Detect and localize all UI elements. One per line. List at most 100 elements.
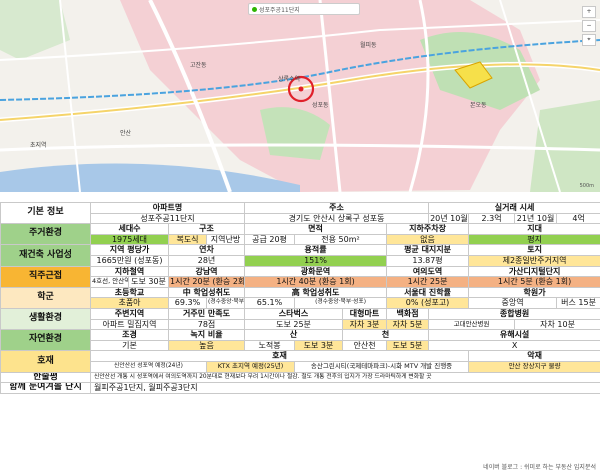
header-address: 주소	[244, 202, 430, 214]
header-price: 실거래 시세	[428, 202, 600, 214]
header-parking: 지하주차장	[386, 223, 470, 235]
locate-button[interactable]: ⌖	[582, 34, 596, 46]
zoom-out-button[interactable]: −	[582, 20, 596, 32]
header-far: 용적률	[244, 244, 388, 256]
category-review: 한줄평	[0, 371, 91, 384]
map-logo-icon	[252, 6, 257, 12]
header-surroundings: 주변지역	[90, 307, 169, 320]
header-mountain: 산	[244, 329, 344, 341]
snu-rate: 0% (성포고)	[386, 297, 470, 309]
middle-schools: (경수중앙·북부·성포)	[205, 297, 246, 309]
category-commute: 직주근접	[0, 265, 91, 288]
header-stream: 천	[342, 329, 430, 341]
row-basic-header: 기본 정보 아파트명 주소 실거래 시세	[0, 201, 600, 225]
row-living-values: 1975세대 복도식 지역난방 공급 20평 전용 50m² 없음 평지	[1, 233, 600, 246]
yeouido-time: 1시간 25분	[386, 276, 470, 288]
hospital-name: 고대안산병원	[428, 318, 516, 331]
together-text: 월피주공1단지, 월피주공3단지	[89, 382, 600, 394]
mart: 자차 3분	[342, 318, 388, 331]
hospital-time: 자차 10분	[514, 318, 600, 331]
map-label-choji: 초지역	[30, 142, 47, 149]
stream-name: 안산천	[342, 339, 388, 352]
header-hospital: 종합병원	[428, 307, 600, 320]
header-price-per-pyeong: 지역 평당가	[90, 244, 169, 256]
row-together: 함께 눈여겨볼 단지 월피주공1단지, 월피주공3단지	[0, 382, 600, 394]
middle-score: 69.3%	[168, 297, 207, 309]
map-label-seongpo: 성포동	[312, 102, 329, 109]
header-elementary: 초등학교	[90, 286, 169, 299]
header-age: 연차	[167, 244, 246, 256]
starbucks: 도보 25분	[244, 318, 344, 331]
stream-time: 도보 5분	[386, 339, 430, 352]
header-apt-name: 아파트명	[89, 202, 246, 214]
category-life: 생활환경	[0, 307, 91, 331]
row-nature-values: 기본 높음 노적봉 도보 3분 안산천 도보 5분 X	[1, 339, 600, 352]
hazard: X	[428, 339, 600, 352]
header-academy: 학원가	[468, 286, 600, 299]
header-land-share: 평균 대지지분	[386, 244, 470, 256]
map-label-station: 상록수역	[278, 76, 301, 83]
category-living: 주거환경	[0, 223, 91, 246]
surroundings: 아파트 밀집지역	[90, 318, 169, 331]
header-gasan: 가산디지털단지	[468, 265, 600, 278]
price-date-2: 21년 10월	[514, 212, 558, 225]
header-yeouido: 여의도역	[386, 265, 470, 278]
row-school-values: 초품아 69.3% (경수중앙·북부·성포) 65.1% (경수중앙·북부·성포…	[1, 297, 600, 309]
positive-2: KTX 초지역 예정(25년)	[205, 360, 296, 373]
gasan-time: 1시간 5분 (환승 1회)	[468, 276, 600, 288]
map-zoom-controls: + − ⌖	[582, 6, 596, 46]
academy-area: 중앙역	[468, 297, 558, 309]
department: 자차 5분	[386, 318, 430, 331]
age: 28년	[167, 254, 246, 267]
price-1: 2.3억	[468, 212, 516, 225]
map-label-ansan: 안산	[120, 130, 132, 137]
gangnam-time: 1시간 20분 (환승 2회)	[167, 276, 246, 288]
exclusive-area: 전용 50m²	[294, 233, 388, 246]
row-life-values: 아파트 밀집지역 78점 도보 25분 자차 3분 자차 5분 고대안산병원 자…	[1, 318, 600, 331]
map-view[interactable]: 성포주공11단지 + − ⌖ 상록수역 안산 성포동 월피동 본오동 초지역 고…	[0, 0, 600, 192]
far: 151%	[244, 254, 388, 267]
land-zone: 제2종일반주거지역	[468, 254, 600, 267]
map-search-bar[interactable]: 성포주공11단지	[248, 3, 360, 15]
high-schools: (경수중앙·북부·성포)	[294, 297, 388, 309]
category-school: 학군	[0, 286, 91, 309]
row-rebuild-values: 1665만원 (성포동) 28년 151% 13.87평 제2종일반주거지역	[1, 254, 600, 267]
landscape: 기본	[90, 339, 169, 352]
header-structure: 구조	[167, 223, 246, 235]
zoom-in-button[interactable]: +	[582, 6, 596, 18]
parking: 없음	[386, 233, 470, 246]
map-scale: 500m	[579, 183, 594, 189]
row-factor-header: 호재 호재 악재	[0, 350, 600, 373]
header-gwanghwamun: 광화문역	[244, 265, 388, 278]
gwanghwamun-time: 1시간 40분 (환승 1회)	[244, 276, 388, 288]
header-land: 토지	[468, 244, 600, 256]
category-basic: 기본 정보	[0, 201, 91, 225]
mountain-name: 노적봉	[244, 339, 296, 352]
header-negative: 악재	[468, 350, 600, 362]
positive-1: 신안산선 성포역 예정(24년)	[90, 360, 207, 373]
blog-credit: 네이버 블로그 : 쉬미로 하는 부동산 입지분석	[483, 464, 596, 471]
category-together: 함께 눈여겨볼 단지	[0, 382, 91, 394]
header-terrain: 지대	[468, 223, 600, 235]
negative-1: 안산 장상지구 물량	[468, 360, 600, 373]
households: 1975세대	[90, 233, 169, 246]
positive-3: 송산그린시티(국제테마파크)-시화 MTV 개발 진행중	[294, 360, 470, 373]
price-per-pyeong: 1665만원 (성포동)	[90, 254, 169, 267]
map-canvas	[0, 0, 600, 192]
header-area: 면적	[244, 223, 388, 235]
header-satisfaction: 거주민 만족도	[167, 307, 246, 320]
row-rebuild-header: 재건축 사업성 지역 평당가 연차 용적률 평균 대지지분 토지	[0, 244, 600, 267]
map-search-text: 성포주공11단지	[259, 6, 300, 14]
header-starbucks: 스타벅스	[244, 307, 344, 320]
header-high-score: 高 학업성취도	[244, 286, 388, 299]
green-ratio: 높음	[167, 339, 246, 352]
row-commute-header: 직주근접 지하철역 강남역 광화문역 여의도역 가산디지털단지	[0, 265, 600, 288]
row-commute-values: 4호선, 안산역 도보 30분 1시간 20분 (환승 2회) 1시간 40분 …	[1, 276, 600, 288]
apt-name: 성포주공11단지	[89, 212, 246, 225]
map-label-wolpi: 월피동	[360, 42, 377, 49]
structure: 복도식	[168, 233, 207, 246]
category-factor: 호재	[0, 350, 91, 373]
satisfaction: 78점	[167, 318, 246, 331]
header-snu-rate: 서울대 진학률	[386, 286, 470, 299]
review-text: 신안산선 개통 시 성포역에서 여의도역까지 20분대로 현재보다 무려 1시간…	[89, 371, 600, 384]
